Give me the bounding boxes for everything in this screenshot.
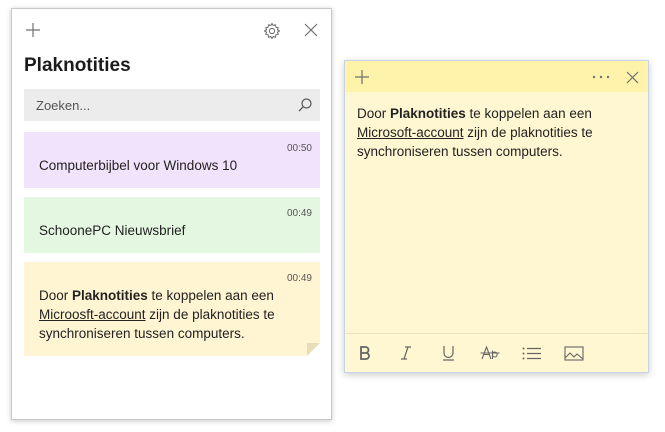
close-icon[interactable] (303, 22, 319, 38)
image-icon[interactable] (563, 342, 585, 364)
list-item[interactable]: 00:49 Door Plaknotities te koppelen aan … (24, 262, 320, 356)
close-icon[interactable] (625, 70, 639, 84)
search-icon[interactable] (297, 97, 313, 118)
note-preview: Door Plaknotities te koppelen aan een Mi… (39, 288, 275, 341)
underline-icon[interactable] (439, 342, 457, 364)
list-item[interactable]: 00:49 SchoonePC Nieuwsbrief (24, 197, 320, 253)
sticky-note-window: Door Plaknotities te koppelen aan een Mi… (344, 60, 649, 373)
search-input[interactable] (36, 97, 276, 113)
note-time: 00:49 (286, 208, 312, 219)
strikethrough-icon[interactable] (479, 342, 501, 364)
note-preview: SchoonePC Nieuwsbrief (39, 223, 186, 238)
list-item[interactable]: 00:50 Computerbijbel voor Windows 10 (24, 132, 320, 188)
gear-icon[interactable] (262, 21, 282, 41)
italic-icon[interactable] (397, 342, 415, 364)
note-time: 00:49 (286, 273, 312, 284)
sticky-note-header[interactable] (345, 61, 648, 92)
bold-icon[interactable] (356, 342, 374, 364)
formatting-toolbar (345, 333, 648, 372)
bullet-list-icon[interactable] (521, 342, 543, 364)
note-preview: Computerbijbel voor Windows 10 (39, 158, 238, 173)
notes-list-window: Plaknotities 00:50 Computerbijbel voor W… (11, 8, 332, 420)
page-fold-corner (307, 343, 320, 356)
plus-icon[interactable] (24, 21, 42, 39)
search-box[interactable] (24, 89, 320, 121)
note-time: 00:50 (286, 143, 312, 154)
note-editor[interactable]: Door Plaknotities te koppelen aan een Mi… (357, 104, 634, 161)
plus-icon[interactable] (353, 68, 371, 86)
page-title: Plaknotities (24, 55, 131, 76)
more-options-icon[interactable] (591, 68, 611, 86)
